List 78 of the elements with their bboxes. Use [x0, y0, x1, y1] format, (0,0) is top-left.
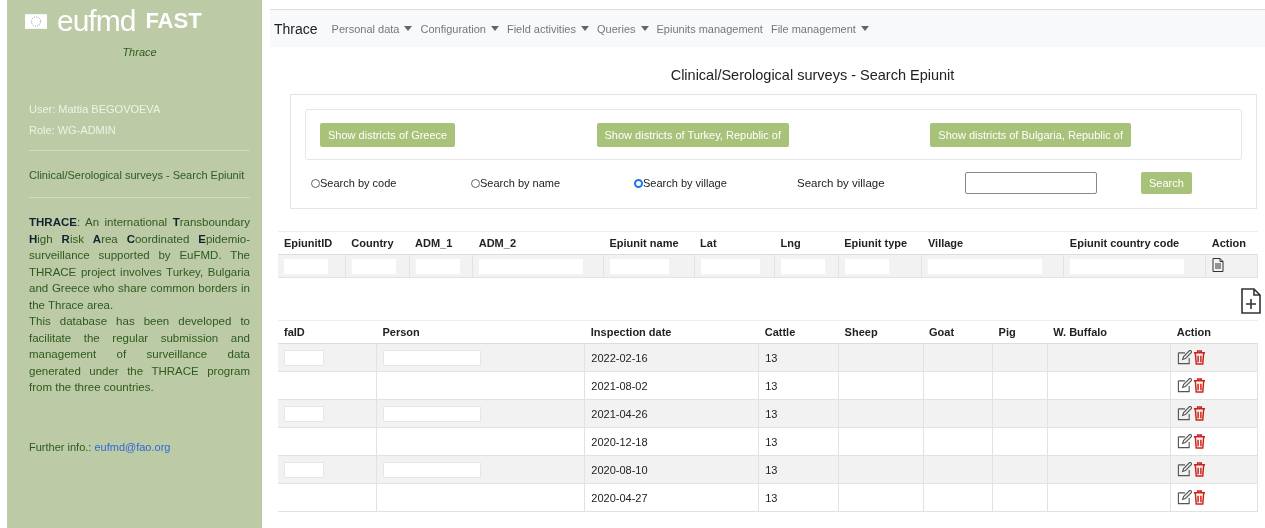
- search-mode-radio[interactable]: Search by name: [471, 177, 634, 189]
- edit-icon[interactable]: [1177, 406, 1193, 421]
- about-paragraph: THRACE: An international Transboundary High Risk Area Coordinated Epidemio-surveillance supported by EuFMD. The THRACE project involves Turkey, Bulgaria and Greece who share common borders in the Thrace area.: [29, 215, 250, 313]
- table-cell: 2022-02-16: [584, 343, 759, 372]
- flag-logo-icon: [25, 13, 47, 29]
- nav-menu-item[interactable]: Epiunits management: [656, 22, 763, 35]
- table-cell: 2020-04-27: [584, 483, 759, 512]
- table-cell: 13: [758, 399, 839, 428]
- logo-text: FAST: [145, 8, 202, 34]
- table-cell: 2021-08-02: [584, 371, 759, 400]
- trash-icon[interactable]: [1193, 490, 1207, 505]
- column-header: Pig: [992, 320, 1048, 344]
- edit-icon[interactable]: [1177, 462, 1193, 477]
- column-header: Person: [376, 320, 585, 344]
- column-header: Village: [921, 231, 1064, 255]
- caret-icon: [860, 26, 869, 31]
- page-title: Clinical/Serological surveys - Search Epiunit: [669, 67, 956, 83]
- further-info-label: Further info.:: [29, 440, 92, 453]
- column-header: W. Buffalo: [1047, 320, 1171, 344]
- nav-menu-item[interactable]: Queries: [597, 22, 649, 35]
- caret-icon: [581, 26, 589, 31]
- trash-icon[interactable]: [1193, 406, 1207, 421]
- column-header: Country: [345, 231, 410, 255]
- column-header: Lat: [694, 231, 775, 255]
- table-cell: 13: [758, 483, 839, 512]
- current-page-label: Clinical/Serological surveys - Search Epiunit: [29, 168, 246, 183]
- about-paragraph: This database has been developed to facilitate the regular submission and management of surveillance data generated under the THRACE program from the three countries.: [29, 314, 250, 395]
- table-cell: 2021-04-26: [584, 399, 759, 428]
- table-cell: 2020-08-10: [584, 455, 759, 484]
- trash-icon[interactable]: [1193, 462, 1207, 477]
- edit-icon[interactable]: [1177, 350, 1193, 365]
- caret-icon: [640, 26, 649, 31]
- caret-icon: [490, 26, 499, 31]
- document-icon[interactable]: [1212, 258, 1225, 272]
- search-label: Search by village: [797, 177, 886, 189]
- sidebar-subtitle: Thrace: [121, 46, 158, 58]
- user-label: User: Mattia BEGOVOEVA: [29, 103, 162, 115]
- table-cell: 13: [758, 371, 839, 400]
- edit-icon[interactable]: [1177, 434, 1193, 449]
- column-header: Action: [1205, 231, 1258, 255]
- column-header: ADM_1: [409, 231, 473, 255]
- column-header: Epiunit type: [838, 231, 922, 255]
- table-cell: 13: [758, 427, 839, 456]
- search-mode-radio[interactable]: Search by village: [634, 177, 797, 189]
- nav-menu-item[interactable]: Configuration: [420, 22, 499, 35]
- table-cell: 13: [758, 455, 839, 484]
- redacted-block: [284, 405, 324, 422]
- column-header: Sheep: [838, 320, 924, 344]
- role-label: Role: WG-ADMIN: [29, 124, 117, 136]
- navbar-brand[interactable]: Thrace: [274, 20, 318, 37]
- caret-icon: [404, 26, 413, 31]
- edit-icon[interactable]: [1177, 490, 1193, 505]
- column-header: EpiunitID: [278, 231, 346, 255]
- nav-menu-item[interactable]: File management: [770, 22, 869, 35]
- column-header: Lng: [774, 231, 839, 255]
- trash-icon[interactable]: [1193, 434, 1207, 449]
- column-header: Cattle: [758, 320, 839, 344]
- trash-icon[interactable]: [1193, 350, 1207, 365]
- trash-icon[interactable]: [1193, 378, 1207, 393]
- table-cell: 2020-12-18: [584, 427, 759, 456]
- redacted-block: [284, 461, 324, 478]
- add-file-icon[interactable]: [1241, 288, 1261, 314]
- redacted-block: [284, 349, 324, 366]
- table-cell: 13: [758, 343, 839, 372]
- search-mode-radio[interactable]: Search by code: [311, 177, 471, 189]
- column-header: Inspection date: [584, 320, 759, 344]
- column-header: Epiunit name: [603, 231, 695, 255]
- column-header: Epiunit country code: [1063, 231, 1206, 255]
- column-header: Action: [1170, 320, 1258, 344]
- column-header: ADM_2: [472, 231, 604, 255]
- column-header: Goat: [923, 320, 993, 344]
- column-header: faID: [278, 320, 377, 344]
- edit-icon[interactable]: [1177, 378, 1193, 393]
- email-link[interactable]: eufmd@fao.org: [94, 440, 171, 453]
- nav-menu-item[interactable]: Personal data: [331, 22, 413, 35]
- search-field[interactable]: [965, 172, 1097, 194]
- logo-text: eufmd: [57, 6, 136, 36]
- nav-menu-item[interactable]: Field activities: [506, 22, 589, 35]
